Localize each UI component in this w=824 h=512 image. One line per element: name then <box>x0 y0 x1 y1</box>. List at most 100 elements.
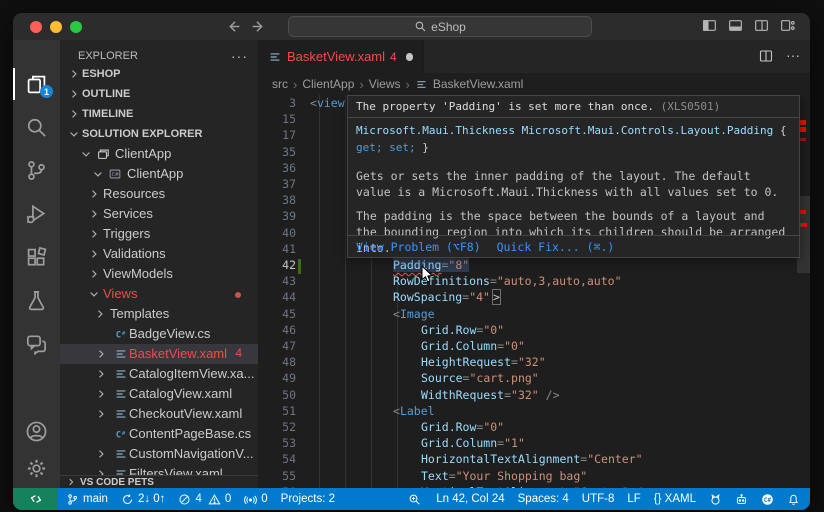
code-line-48[interactable]: 48 HeightRequest="32" <box>258 355 810 371</box>
csharp-extension[interactable]: C# <box>761 493 774 506</box>
notifications[interactable] <box>787 493 800 506</box>
ports-status[interactable]: 0 <box>244 493 268 506</box>
remote-indicator[interactable] <box>13 488 58 510</box>
activity-test[interactable] <box>13 281 60 321</box>
pet-icon <box>709 493 722 506</box>
tree-item-catalogview-xaml[interactable]: CatalogView.xaml <box>60 384 258 404</box>
line-content: Source="cart.png" <box>421 371 539 385</box>
tab-basketview[interactable]: BasketView.xaml 4 <box>258 40 424 73</box>
branch-status[interactable]: main <box>66 493 108 506</box>
activity-account[interactable] <box>13 411 60 451</box>
toggle-panel-icon[interactable] <box>727 17 744 34</box>
code-line-54[interactable]: 54 HorizontalTextAlignment="Center" <box>258 452 810 468</box>
code-line-44[interactable]: 44 RowSpacing="4" > <box>258 289 810 306</box>
section-eshop[interactable]: ESHOP <box>60 64 258 84</box>
tree-item-customnavigationv-[interactable]: CustomNavigationV... <box>60 444 258 464</box>
code-line-45[interactable]: 45 <Image <box>258 307 810 323</box>
tree-item-clientapp[interactable]: C# ClientApp <box>60 164 258 184</box>
tree-item-resources[interactable]: Resources <box>60 184 258 204</box>
sync-status[interactable]: 2↓ 0↑ <box>121 493 166 506</box>
activity-source-control[interactable] <box>13 151 60 191</box>
encoding[interactable]: UTF-8 <box>582 493 615 505</box>
code-line-42[interactable]: 42 Padding="8" <box>258 258 810 274</box>
tree-item-triggers[interactable]: Triggers <box>60 224 258 244</box>
code-line-55[interactable]: 55 Text="Your Shopping bag" <box>258 469 810 485</box>
breadcrumb-item[interactable]: ClientApp <box>302 77 354 91</box>
code-line-50[interactable]: 50 WidthRequest="32" /> <box>258 388 810 404</box>
tree-item-checkoutview-xaml[interactable]: CheckoutView.xaml <box>60 404 258 424</box>
code-line-43[interactable]: 43 RowDefinitions="auto,3,auto,auto" <box>258 274 810 290</box>
breadcrumb-item[interactable]: Views <box>369 77 401 91</box>
chevron-right-icon <box>95 388 107 400</box>
cs-file-icon: C # <box>114 327 128 341</box>
tree-item-viewmodels[interactable]: ViewModels <box>60 264 258 284</box>
tree-item-views[interactable]: Views <box>60 284 258 304</box>
code-editor[interactable]: 3 <view 15 17 35 36 37 38 39 40 41 42 Padding="8" 43 R… <box>258 95 810 488</box>
forward-icon[interactable] <box>250 18 267 35</box>
line-content: Grid.Row="0" <box>421 420 505 434</box>
view-problem-link[interactable]: View Problem (⌥F8) <box>356 240 481 254</box>
status-item-label: 2↓ 0↑ <box>137 493 166 505</box>
breadcrumb-item[interactable]: src <box>272 77 288 91</box>
indentation[interactable]: Spaces: 4 <box>518 493 569 505</box>
chevron-right-icon <box>88 188 100 200</box>
tree-item-contentpagebase-cs[interactable]: C # ContentPageBase.cs <box>60 424 258 444</box>
tree-item-validations[interactable]: Validations <box>60 244 258 264</box>
error-count[interactable]: 4 <box>178 493 202 506</box>
tree-item-services[interactable]: Services <box>60 204 258 224</box>
code-line-49[interactable]: 49 Source="cart.png" <box>258 371 810 387</box>
section-solution-explorer[interactable]: SOLUTION EXPLORER <box>60 124 258 144</box>
code-line-52[interactable]: 52 Grid.Row="0" <box>258 420 810 436</box>
chevron-right-icon <box>95 408 107 420</box>
toggle-sidebar-icon[interactable] <box>701 17 718 34</box>
zoom-indicator[interactable] <box>408 493 421 506</box>
activity-run-debug[interactable] <box>13 194 60 234</box>
section-outline[interactable]: OUTLINE <box>60 84 258 104</box>
eol[interactable]: LF <box>627 493 640 505</box>
command-center-search[interactable]: eShop <box>288 16 592 37</box>
modified-dot-icon[interactable] <box>405 52 413 61</box>
projects-status[interactable]: Projects: 2 <box>281 493 335 505</box>
tree-item-badgeview-cs[interactable]: C # BadgeView.cs <box>60 324 258 344</box>
tree-item-catalogitemview-xa-[interactable]: CatalogItemView.xa... <box>60 364 258 384</box>
hover-error-message: The property 'Padding' is set more than … <box>348 96 799 118</box>
toggle-secondary-sidebar-icon[interactable] <box>753 17 770 34</box>
explorer-sidebar: EXPLORER ··· ESHOP OUTLINE TIMELINE SOLUTIO… <box>60 40 258 488</box>
activity-settings[interactable] <box>13 448 60 488</box>
code-line-51[interactable]: 51 <Label <box>258 404 810 420</box>
breadcrumb-item[interactable]: BasketView.xaml <box>433 77 524 91</box>
section-timeline[interactable]: TIMELINE <box>60 104 258 124</box>
activity-chat[interactable] <box>13 324 60 364</box>
tree-item-clientapp[interactable]: ClientApp <box>60 144 258 164</box>
activity-explorer[interactable]: 1 <box>13 64 60 104</box>
activity-search[interactable] <box>13 107 60 147</box>
customize-layout-icon[interactable] <box>779 17 796 34</box>
cursor-position[interactable]: Ln 42, Col 24 <box>436 493 504 505</box>
tree-item-label: ClientApp <box>115 146 172 161</box>
code-line-47[interactable]: 47 Grid.Column="0" <box>258 339 810 355</box>
overview-error-mark <box>802 223 807 227</box>
code-line-53[interactable]: 53 Grid.Column="1" <box>258 436 810 452</box>
chevron-down-icon <box>80 148 92 160</box>
more-actions-icon[interactable]: ··· <box>786 48 800 64</box>
svg-text:C#: C# <box>764 496 772 503</box>
code-line-46[interactable]: 46 Grid.Row="0" <box>258 323 810 339</box>
views-and-more-actions-icon[interactable]: ··· <box>231 49 248 63</box>
vscode-pets-section[interactable]: VS CODE PETS <box>60 475 258 488</box>
minimize-window-button[interactable] <box>50 20 62 33</box>
maximize-window-button[interactable] <box>70 20 82 33</box>
project-file-icon: C# <box>108 167 122 181</box>
warning-count[interactable]: 0 <box>208 493 231 506</box>
language-mode[interactable]: {} XAML <box>654 493 696 505</box>
close-window-button[interactable] <box>30 20 42 33</box>
back-icon[interactable] <box>225 18 242 35</box>
robot-extension[interactable] <box>735 493 748 506</box>
tree-item-basketview-xaml[interactable]: BasketView.xaml 4 <box>60 344 258 364</box>
status-bar-left: main 2↓ 0↑ 4 0 0 Projects: 2 <box>66 493 421 506</box>
activity-extensions[interactable] <box>13 237 60 277</box>
quick-fix-link[interactable]: Quick Fix... (⌘.) <box>497 240 615 254</box>
split-editor-icon[interactable] <box>758 48 774 64</box>
tree-item-templates[interactable]: Templates <box>60 304 258 324</box>
status-item-label: main <box>83 493 108 505</box>
vscode-pets[interactable] <box>709 493 722 506</box>
